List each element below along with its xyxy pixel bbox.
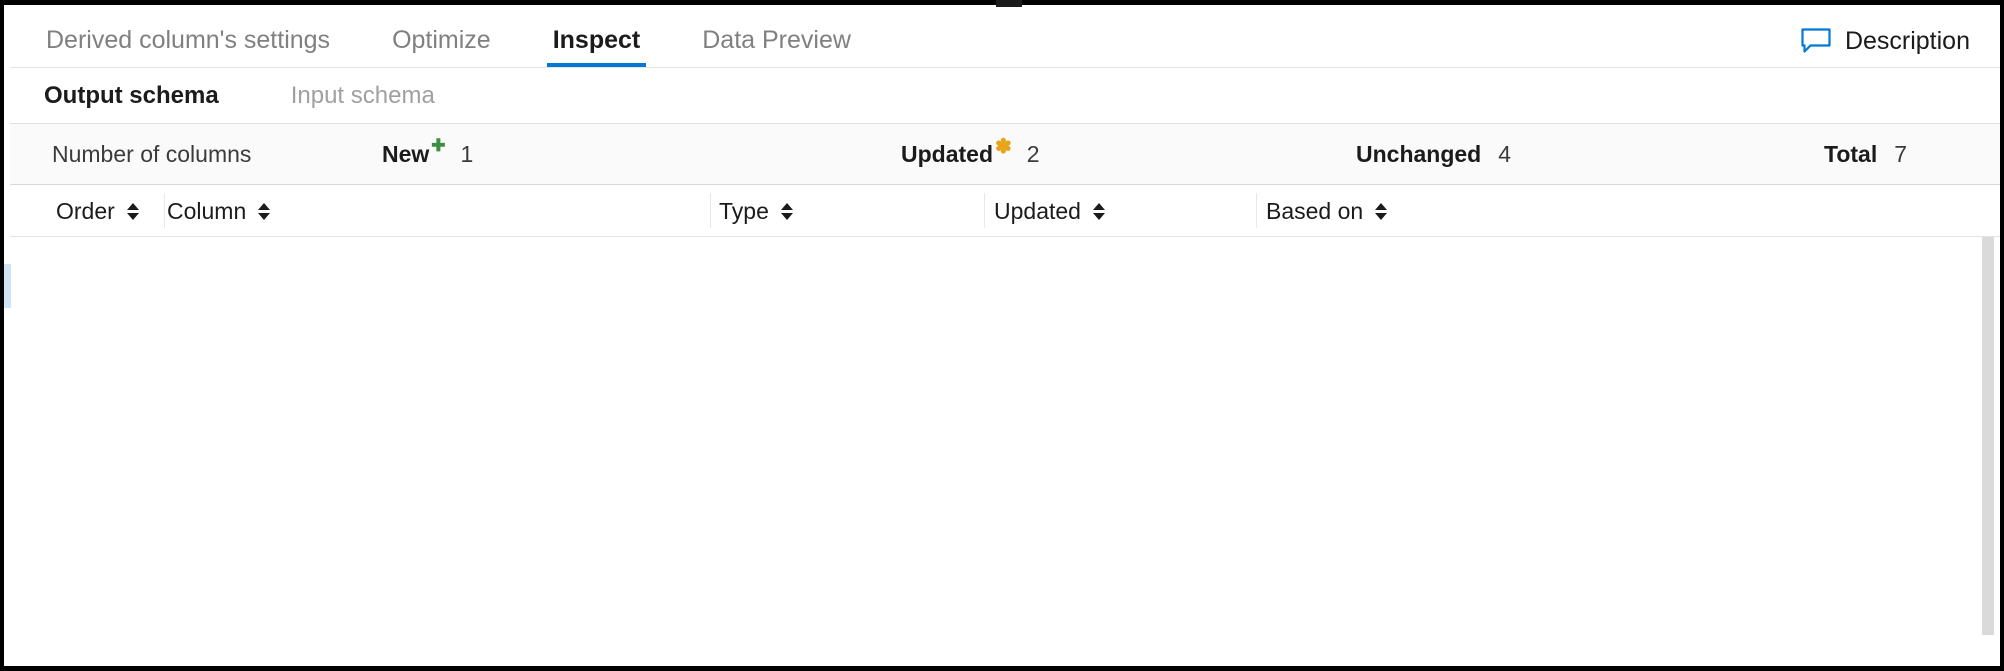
summary-new-label: New (382, 141, 429, 168)
tab-derived-column-settings[interactable]: Derived column's settings (46, 28, 330, 67)
sort-icon[interactable] (127, 203, 139, 220)
tab-inspect[interactable]: Inspect (553, 28, 641, 67)
window-top-notch (996, 0, 1022, 7)
summary-stat-new: New ✚ 1 (382, 124, 473, 185)
summary-unchanged-value: 4 (1498, 141, 1511, 168)
summary-title: Number of columns (52, 124, 251, 185)
summary-new-value: 1 (461, 141, 474, 168)
summary-updated-value: 2 (1027, 141, 1040, 168)
table-header-row: Order Column Type Updated Based on (4, 185, 2000, 237)
left-selection-accent (4, 264, 11, 308)
app-window: Derived column's settings Optimize Inspe… (0, 0, 2004, 671)
tab-bar: Derived column's settings Optimize Inspe… (4, 5, 2000, 68)
schema-subtab-bar: Output schema Input schema (4, 68, 2000, 124)
left-rail (4, 5, 10, 666)
speech-bubble-icon (1801, 28, 1831, 54)
summary-total-value: 7 (1894, 141, 1907, 168)
schema-table: Order Column Type Updated Based on (4, 185, 2000, 666)
description-label: Description (1845, 29, 1970, 54)
sort-icon[interactable] (1375, 203, 1387, 220)
column-header-based-on[interactable]: Based on (1266, 185, 1387, 237)
column-header-column[interactable]: Column (167, 185, 270, 237)
sort-icon[interactable] (781, 203, 793, 220)
sort-icon[interactable] (1093, 203, 1105, 220)
column-header-type-label: Type (719, 198, 769, 225)
column-header-order[interactable]: Order (56, 185, 139, 237)
summary-stat-unchanged: Unchanged 4 (1356, 124, 1511, 185)
subtab-output-schema[interactable]: Output schema (44, 84, 219, 108)
column-header-order-label: Order (56, 198, 115, 225)
header-divider (1256, 193, 1257, 228)
summary-unchanged-label: Unchanged (1356, 141, 1481, 168)
column-header-updated[interactable]: Updated (994, 185, 1105, 237)
summary-stat-updated: Updated ✽ 2 (901, 124, 1040, 185)
column-header-column-label: Column (167, 198, 246, 225)
subtab-input-schema[interactable]: Input schema (291, 84, 435, 108)
summary-updated-label: Updated (901, 141, 993, 168)
column-summary-band: Number of columns New ✚ 1 Updated ✽ 2 Un… (4, 124, 2000, 185)
new-plus-icon: ✚ (431, 136, 445, 156)
summary-total-label: Total (1824, 141, 1877, 168)
sort-icon[interactable] (258, 203, 270, 220)
table-vertical-scrollbar[interactable] (1982, 237, 1994, 635)
inspect-panel: Derived column's settings Optimize Inspe… (4, 5, 2000, 666)
updated-asterisk-icon: ✽ (995, 134, 1012, 159)
header-divider (710, 193, 711, 228)
tab-data-preview[interactable]: Data Preview (702, 28, 851, 67)
summary-stat-total: Total 7 (1824, 124, 1907, 185)
description-button[interactable]: Description (1801, 28, 1970, 54)
tab-optimize[interactable]: Optimize (392, 28, 491, 67)
column-header-type[interactable]: Type (719, 185, 793, 237)
header-divider (164, 193, 165, 228)
column-header-updated-label: Updated (994, 198, 1081, 225)
header-divider (984, 193, 985, 228)
scrollbar-thumb[interactable] (1982, 237, 1994, 635)
column-header-based-on-label: Based on (1266, 198, 1363, 225)
